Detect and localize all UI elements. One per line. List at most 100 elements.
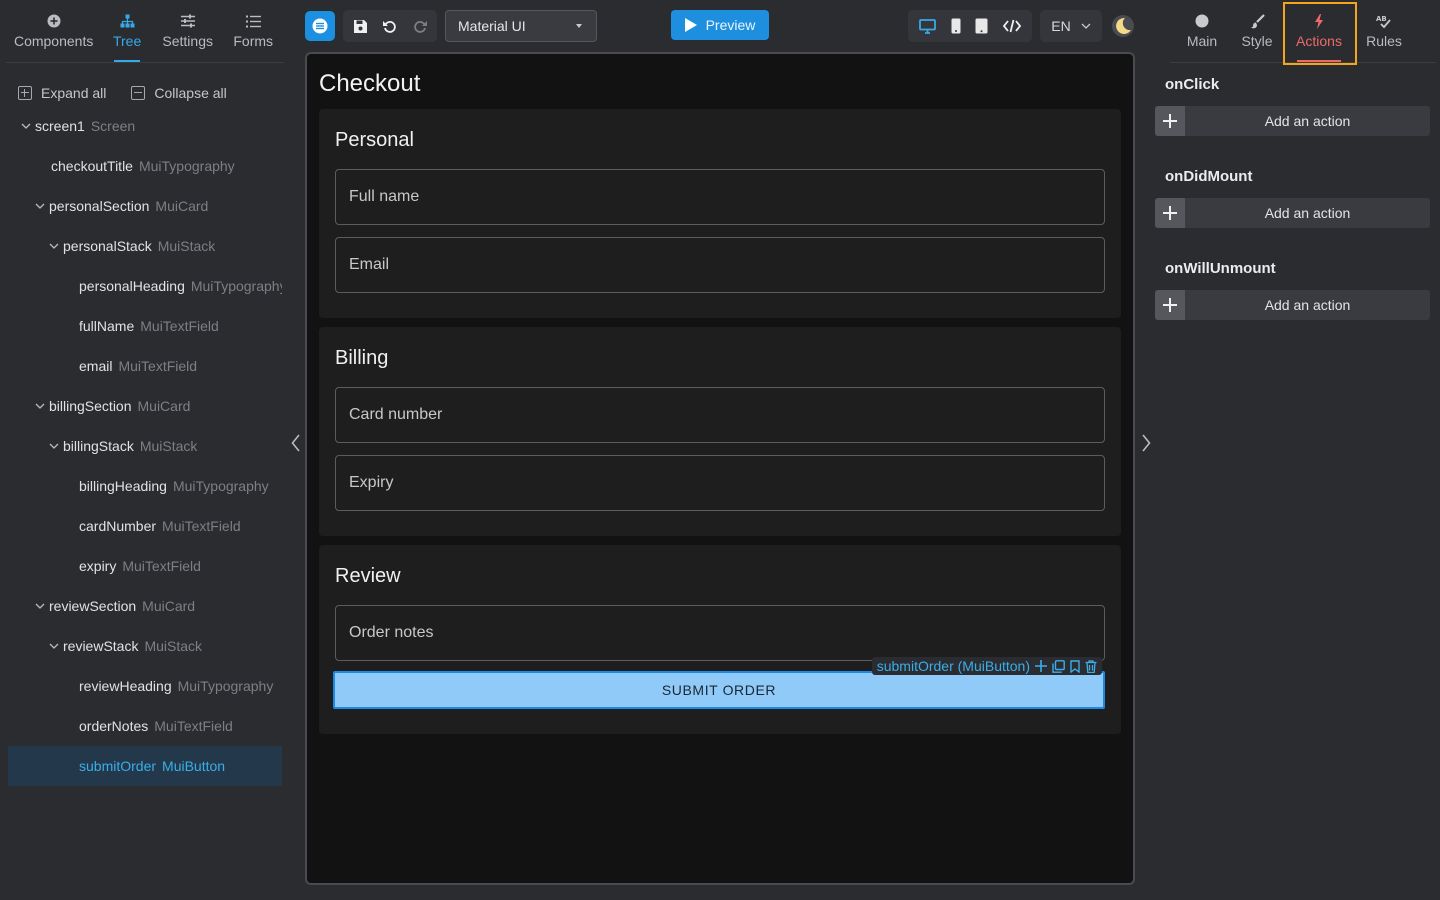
tree-item-personalStack[interactable]: personalStack MuiStack (8, 226, 282, 266)
tree-item-type: MuiButton (162, 758, 226, 774)
chevron-down-icon[interactable] (47, 443, 61, 449)
right-tab-bar: Main Style Actions AB Rules (1170, 0, 1436, 63)
desktop-view-button[interactable] (919, 18, 937, 34)
tree-item-screen1[interactable]: screen1 Screen (8, 106, 282, 146)
order-notes-field[interactable]: Order notes (335, 605, 1105, 661)
tree-item-personalHeading[interactable]: personalHeading MuiTypography (8, 266, 282, 306)
tree-item-orderNotes[interactable]: orderNotes MuiTextField (8, 706, 282, 746)
tree-item-reviewStack[interactable]: reviewStack MuiStack (8, 626, 282, 666)
tab-tree[interactable]: Tree (101, 0, 153, 62)
tab-style[interactable]: Style (1234, 0, 1280, 62)
personal-heading[interactable]: Personal (335, 129, 414, 152)
tree-item-personalSection[interactable]: personalSection MuiCard (8, 186, 282, 226)
expand-collapse-row: Expand all Collapse all (18, 84, 227, 102)
preview-label: Preview (705, 17, 756, 33)
design-canvas[interactable]: Checkout Personal Full name Email Billin… (305, 52, 1135, 885)
tree-item-billingHeading[interactable]: billingHeading MuiTypography (8, 466, 282, 506)
chevron-down-icon[interactable] (19, 123, 33, 129)
language-value: EN (1051, 18, 1071, 34)
mobile-view-button[interactable] (951, 18, 961, 34)
tree-item-name: personalStack (63, 238, 152, 254)
tree-item-name: reviewHeading (79, 678, 172, 694)
tab-actions[interactable]: Actions (1280, 0, 1358, 62)
add-action-onDidMount-button[interactable]: Add an action (1155, 198, 1430, 228)
tree-item-billingStack[interactable]: billingStack MuiStack (8, 426, 282, 466)
left-panel: Components Tree Settings Forms Expand al… (0, 0, 292, 900)
language-select[interactable]: EN (1040, 10, 1102, 42)
collapse-all-button[interactable]: Collapse all (131, 85, 227, 101)
undo-button[interactable] (375, 10, 405, 42)
billing-heading[interactable]: Billing (335, 347, 388, 370)
brush-icon (1250, 12, 1265, 30)
tree-item-billingSection[interactable]: billingSection MuiCard (8, 386, 282, 426)
framework-select[interactable]: Material UI (445, 10, 597, 42)
tree-item-type: MuiCard (137, 398, 191, 414)
save-icon (353, 19, 367, 33)
tree-item-submitOrder[interactable]: submitOrder MuiButton (8, 746, 282, 786)
menu-button[interactable] (305, 11, 335, 41)
card-number-field[interactable]: Card number (335, 387, 1105, 443)
expand-all-button[interactable]: Expand all (18, 85, 106, 101)
chevron-down-icon[interactable] (33, 603, 47, 609)
tree-icon (120, 12, 135, 30)
tree-item-reviewSection[interactable]: reviewSection MuiCard (8, 586, 282, 626)
plus-icon (1155, 198, 1185, 228)
preview-button[interactable]: Preview (671, 10, 769, 40)
expiry-field[interactable]: Expiry (335, 455, 1105, 511)
tree-item-expiry[interactable]: expiry MuiTextField (8, 546, 282, 586)
redo-button[interactable] (405, 10, 435, 42)
event-onWillUnmount-title: onWillUnmount (1165, 260, 1276, 277)
tab-main[interactable]: Main (1170, 0, 1234, 62)
copy-icon (1052, 659, 1065, 673)
bookmark-button[interactable] (1070, 659, 1080, 673)
desktop-icon (919, 18, 937, 34)
tree-item-name: billingStack (63, 438, 134, 454)
tab-components[interactable]: Components (6, 0, 101, 62)
tree-item-type: Screen (90, 118, 136, 134)
tree-item-fullName[interactable]: fullName MuiTextField (8, 306, 282, 346)
tree-item-reviewHeading[interactable]: reviewHeading MuiTypography (8, 666, 282, 706)
duplicate-button[interactable] (1052, 659, 1065, 673)
chevron-down-icon[interactable] (33, 403, 47, 409)
tree-item-name: billingSection (49, 398, 132, 414)
add-action-onWillUnmount-button[interactable]: Add an action (1155, 290, 1430, 320)
theme-toggle-button[interactable] (1109, 10, 1137, 42)
chevron-down-icon[interactable] (33, 203, 47, 209)
sliders-icon (180, 12, 196, 30)
tablet-view-button[interactable] (975, 18, 988, 34)
tree-item-type: MuiTypography (138, 158, 235, 174)
device-switcher (908, 10, 1032, 42)
checkout-title[interactable]: Checkout (319, 70, 420, 98)
lightning-icon (1314, 12, 1324, 30)
code-view-button[interactable] (1002, 19, 1021, 33)
tab-rules[interactable]: AB Rules (1358, 0, 1410, 62)
add-child-button[interactable] (1035, 660, 1047, 672)
full-name-field[interactable]: Full name (335, 169, 1105, 225)
submit-order-button[interactable]: SUBMIT ORDER (333, 671, 1105, 709)
personal-section-card[interactable]: Personal Full name Email (319, 109, 1121, 318)
chevron-down-icon[interactable] (47, 643, 61, 649)
tree-item-type: MuiTextField (140, 318, 219, 334)
tab-forms[interactable]: Forms (222, 0, 284, 62)
tree-item-checkoutTitle[interactable]: checkoutTitle MuiTypography (8, 146, 282, 186)
review-section-card[interactable]: Review Order notes SUBMIT ORDER submitOr… (319, 545, 1121, 734)
collapse-left-panel-button[interactable] (286, 432, 306, 454)
plus-icon (1035, 660, 1047, 672)
email-field[interactable]: Email (335, 237, 1105, 293)
tab-settings[interactable]: Settings (153, 0, 223, 62)
undo-icon (383, 21, 396, 33)
billing-section-card[interactable]: Billing Card number Expiry (319, 327, 1121, 536)
review-heading[interactable]: Review (335, 565, 401, 588)
tab-label: Tree (112, 33, 142, 49)
tree-item-cardNumber[interactable]: cardNumber MuiTextField (8, 506, 282, 546)
delete-button[interactable] (1085, 659, 1097, 673)
event-onDidMount-title: onDidMount (1165, 168, 1253, 185)
tree-item-type: MuiCard (155, 198, 209, 214)
code-icon (1002, 19, 1021, 33)
save-button[interactable] (345, 10, 375, 42)
tree-item-email[interactable]: email MuiTextField (8, 346, 282, 386)
collapse-right-panel-button[interactable] (1136, 432, 1156, 454)
chevron-down-icon[interactable] (47, 243, 61, 249)
component-tree: screen1 Screen checkoutTitle MuiTypography… (8, 106, 282, 786)
add-action-onClick-button[interactable]: Add an action (1155, 106, 1430, 136)
